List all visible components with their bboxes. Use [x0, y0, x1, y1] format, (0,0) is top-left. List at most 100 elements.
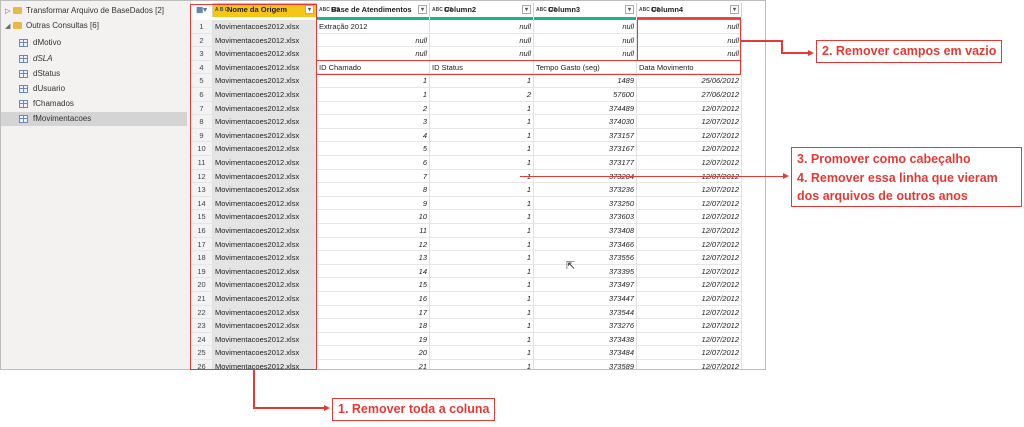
row-number[interactable]: 25	[191, 346, 213, 360]
table-cell[interactable]: 16	[317, 292, 430, 306]
table-cell[interactable]: 12/07/2012	[637, 264, 742, 279]
column-header[interactable]: ABC 123Column3 ▾	[534, 3, 637, 17]
filter-dropdown-icon[interactable]: ▾	[418, 5, 427, 14]
table-row[interactable]: 3 Movimentacoes2012.xlsx null null null null	[191, 47, 765, 61]
table-cell[interactable]: null	[534, 47, 637, 61]
table-cell[interactable]: null	[534, 33, 637, 48]
table-cell[interactable]: 7	[317, 169, 430, 184]
table-cell[interactable]: 25/06/2012	[637, 74, 742, 88]
filter-dropdown-icon[interactable]: ▾	[730, 5, 739, 14]
table-row[interactable]: 1 Movimentacoes2012.xlsx Extração 2012 null…	[191, 20, 765, 34]
table-cell[interactable]: Movimentacoes2012.xlsx	[213, 305, 317, 320]
table-cell[interactable]: 1	[430, 74, 534, 88]
table-cell[interactable]: 14	[317, 264, 430, 279]
table-cell[interactable]: 12/07/2012	[637, 251, 742, 265]
table-cell[interactable]: null	[534, 20, 637, 34]
table-row[interactable]: 8 Movimentacoes2012.xlsx 3 1 374030 12/07/201…	[191, 115, 765, 129]
table-cell[interactable]: 12/07/2012	[637, 210, 742, 224]
row-number[interactable]: 19	[191, 264, 213, 279]
table-row[interactable]: 22 Movimentacoes2012.xlsx 17 1 373544 12/07/2…	[191, 305, 765, 320]
row-number[interactable]: 12	[191, 169, 213, 184]
table-cell[interactable]: 1	[430, 292, 534, 306]
table-row[interactable]: 9 Movimentacoes2012.xlsx 4 1 373157 12/07/201…	[191, 128, 765, 143]
table-row[interactable]: 21 Movimentacoes2012.xlsx 16 1 373447 12/07/2…	[191, 292, 765, 306]
table-row[interactable]: 25 Movimentacoes2012.xlsx 20 1 373484 12/07/2…	[191, 346, 765, 360]
table-cell[interactable]: 12/07/2012	[637, 142, 742, 156]
table-cell[interactable]: 12/07/2012	[637, 278, 742, 292]
row-number[interactable]: 3	[191, 47, 213, 61]
row-number[interactable]: 21	[191, 292, 213, 306]
table-cell[interactable]: 1	[430, 360, 534, 369]
table-cell[interactable]: 8	[317, 183, 430, 197]
table-cell[interactable]: 12/07/2012	[637, 128, 742, 143]
table-row[interactable]: 4 Movimentacoes2012.xlsx ID Chamado ID Stat…	[191, 60, 765, 75]
table-cell[interactable]: Movimentacoes2012.xlsx	[213, 47, 317, 61]
table-cell[interactable]: 2	[317, 101, 430, 116]
table-cell[interactable]: null	[430, 20, 534, 34]
data-type-icon[interactable]: ABC 123	[319, 7, 340, 13]
row-number[interactable]: 9	[191, 128, 213, 143]
table-cell[interactable]: 12/07/2012	[637, 305, 742, 320]
table-row[interactable]: 20 Movimentacoes2012.xlsx 15 1 373497 12/07/2…	[191, 278, 765, 292]
column-header[interactable]: ABC 123Base de Atendimentos ▾	[317, 3, 430, 17]
table-cell[interactable]: null	[317, 33, 430, 48]
table-cell[interactable]: 1489	[534, 74, 637, 88]
table-row[interactable]: 10 Movimentacoes2012.xlsx 5 1 373167 12/07/20…	[191, 142, 765, 156]
table-cell[interactable]: Movimentacoes2012.xlsx	[213, 237, 317, 252]
table-cell[interactable]: 12/07/2012	[637, 319, 742, 333]
table-cell[interactable]: Movimentacoes2012.xlsx	[213, 169, 317, 184]
filter-dropdown-icon[interactable]: ▾	[305, 5, 314, 14]
table-row[interactable]: 7 Movimentacoes2012.xlsx 2 1 374489 12/07/201…	[191, 101, 765, 116]
table-cell[interactable]: Tempo Gasto (seg)	[534, 60, 637, 75]
table-cell[interactable]: Movimentacoes2012.xlsx	[213, 264, 317, 279]
query-item[interactable]: fChamados	[1, 97, 187, 111]
query-group[interactable]: ◢ Outras Consultas [6]	[1, 19, 187, 33]
table-cell[interactable]: 1	[430, 210, 534, 224]
row-number[interactable]: 15	[191, 210, 213, 224]
table-cell[interactable]: 1	[430, 319, 534, 333]
table-cell[interactable]: Movimentacoes2012.xlsx	[213, 101, 317, 116]
table-cell[interactable]: null	[430, 33, 534, 48]
table-cell[interactable]: Movimentacoes2012.xlsx	[213, 128, 317, 143]
table-cell[interactable]: 1	[430, 237, 534, 252]
row-number[interactable]: 8	[191, 115, 213, 129]
table-cell[interactable]: null	[637, 33, 742, 48]
row-number[interactable]: 26	[191, 360, 213, 369]
table-row[interactable]: 5 Movimentacoes2012.xlsx 1 1 1489 25/06/2012	[191, 74, 765, 88]
chevron-right-icon[interactable]: ▷	[5, 5, 13, 19]
table-cell[interactable]: 12	[317, 237, 430, 252]
table-cell[interactable]: 12/07/2012	[637, 360, 742, 369]
table-cell[interactable]: 17	[317, 305, 430, 320]
table-cell[interactable]: 18	[317, 319, 430, 333]
table-cell[interactable]: 12/07/2012	[637, 224, 742, 238]
table-cell[interactable]: Movimentacoes2012.xlsx	[213, 20, 317, 34]
row-number[interactable]: 20	[191, 278, 213, 292]
table-cell[interactable]: Movimentacoes2012.xlsx	[213, 278, 317, 292]
table-cell[interactable]: 12/07/2012	[637, 101, 742, 116]
table-cell[interactable]: 12/07/2012	[637, 196, 742, 211]
table-cell[interactable]: 20	[317, 346, 430, 360]
table-cell[interactable]: 15	[317, 278, 430, 292]
table-menu-button[interactable]: ▦▾	[191, 3, 213, 17]
table-row[interactable]: 18 Movimentacoes2012.xlsx 13 1 373556 12/07/2…	[191, 251, 765, 265]
table-row[interactable]: 19 Movimentacoes2012.xlsx 14 1 373395 12/07/2…	[191, 264, 765, 279]
data-type-icon[interactable]: A B C	[215, 7, 228, 13]
row-number[interactable]: 23	[191, 319, 213, 333]
table-cell[interactable]: Movimentacoes2012.xlsx	[213, 346, 317, 360]
table-cell[interactable]: Movimentacoes2012.xlsx	[213, 74, 317, 88]
table-cell[interactable]: 374489	[534, 101, 637, 116]
table-row[interactable]: 15 Movimentacoes2012.xlsx 10 1 373603 12/07/2…	[191, 210, 765, 224]
table-cell[interactable]: 374030	[534, 115, 637, 129]
table-cell[interactable]: 12/07/2012	[637, 115, 742, 129]
table-cell[interactable]: 57600	[534, 88, 637, 102]
table-cell[interactable]: 373236	[534, 183, 637, 197]
row-number[interactable]: 17	[191, 237, 213, 252]
table-row[interactable]: 14 Movimentacoes2012.xlsx 9 1 373250 12/07/20…	[191, 196, 765, 211]
table-cell[interactable]: 1	[430, 196, 534, 211]
table-cell[interactable]: 1	[317, 74, 430, 88]
table-cell[interactable]: 1	[430, 115, 534, 129]
table-cell[interactable]: 1	[430, 264, 534, 279]
chevron-down-icon[interactable]: ◢	[5, 20, 13, 34]
table-cell[interactable]: null	[637, 47, 742, 61]
row-number[interactable]: 18	[191, 251, 213, 265]
